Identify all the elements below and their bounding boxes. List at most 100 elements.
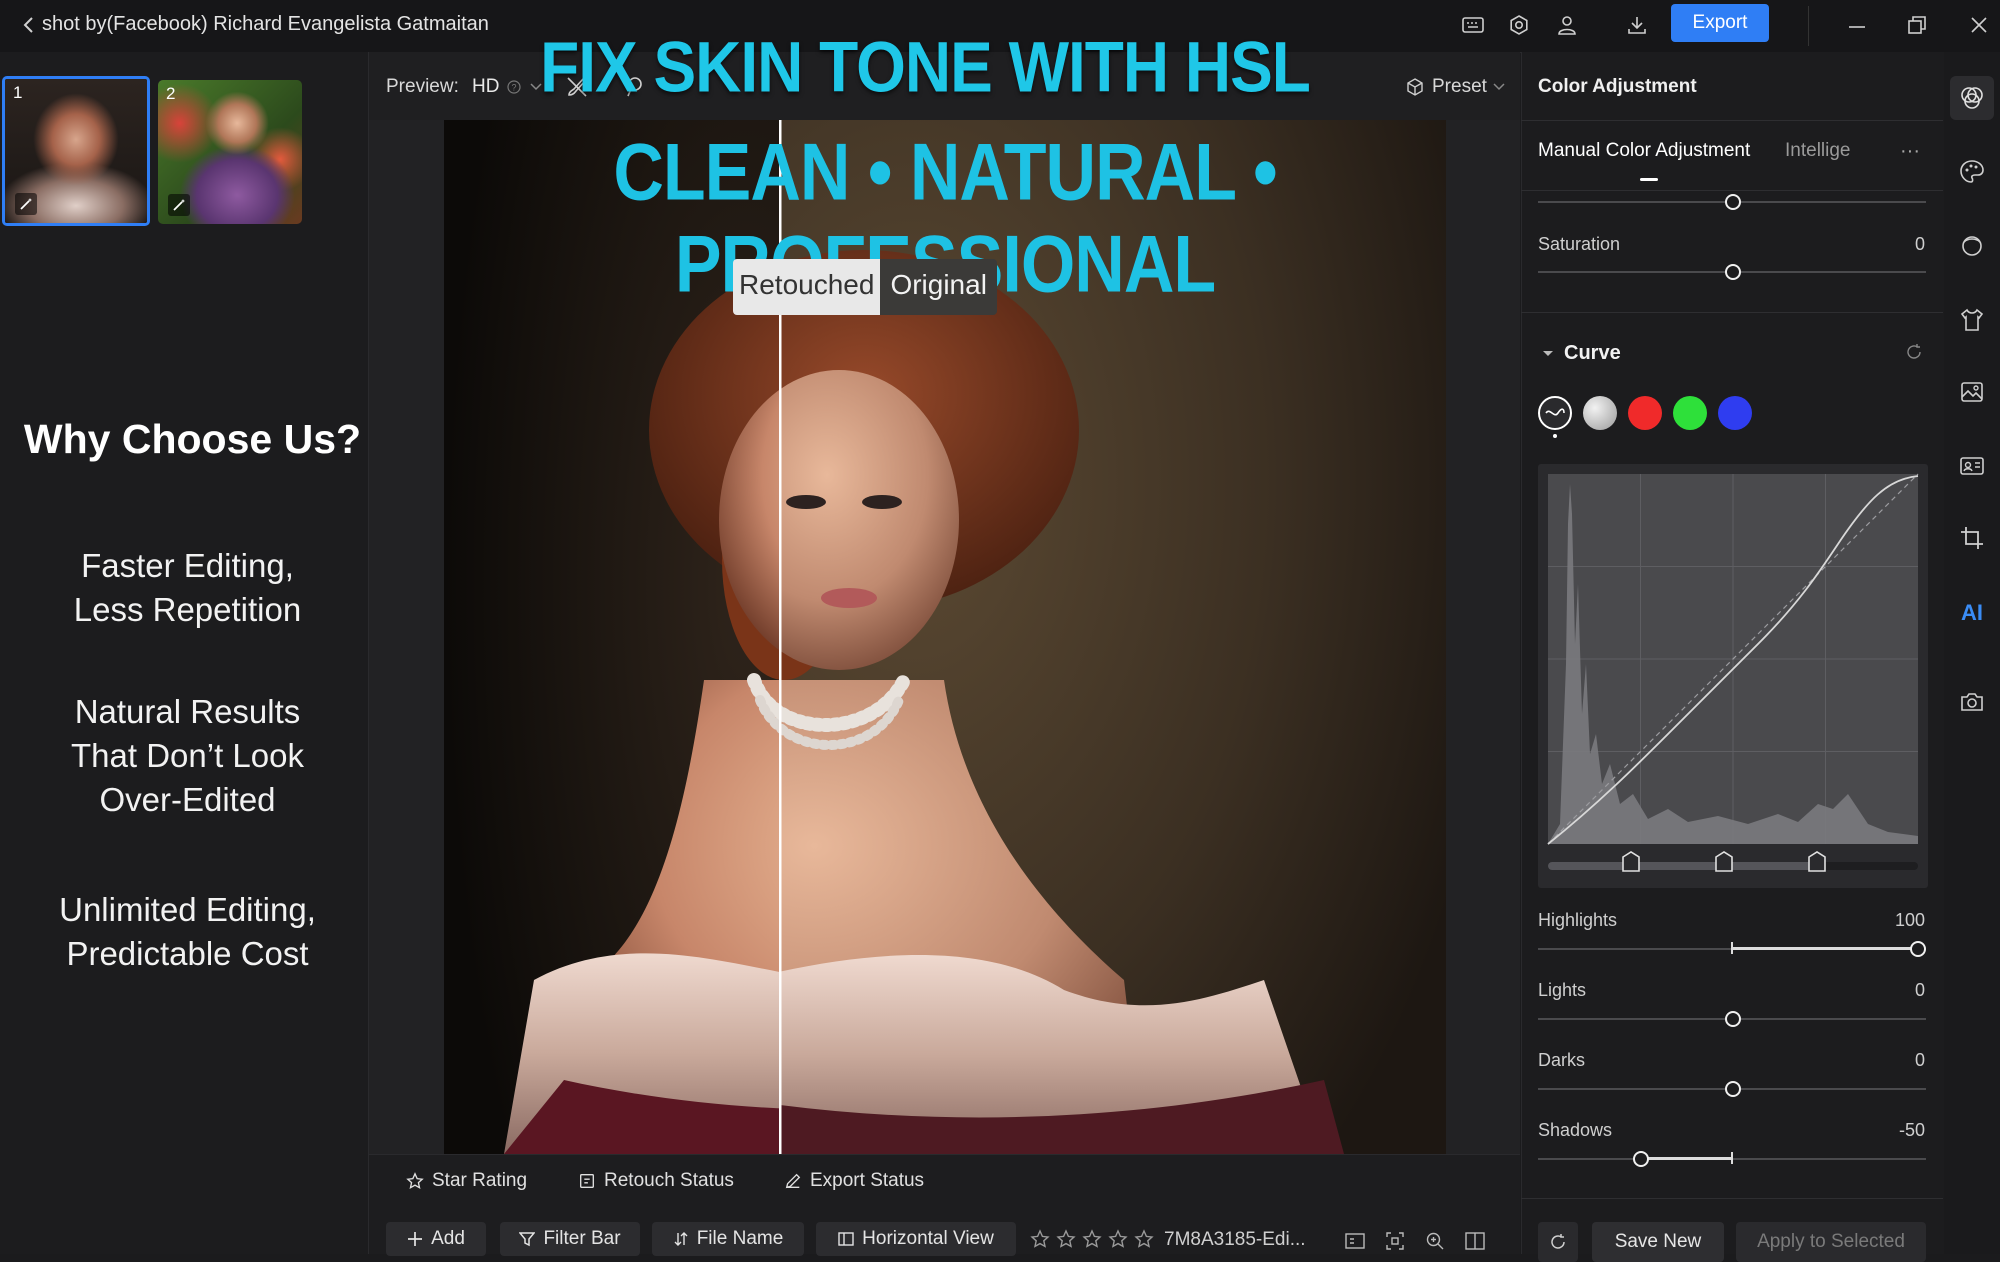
feature-line: Natural Results	[74, 693, 301, 730]
star-icon[interactable]	[1134, 1229, 1154, 1249]
feature-line: Faster Editing,	[81, 547, 294, 584]
reset-all-icon[interactable]	[1538, 1222, 1578, 1262]
camera-icon[interactable]	[1950, 680, 1994, 724]
star-icon[interactable]	[1056, 1229, 1076, 1249]
promo-headline: FIX SKIN TONE WITH HSL	[540, 26, 1311, 108]
horizontal-view-button[interactable]: Horizontal View	[816, 1222, 1016, 1256]
add-label: Add	[431, 1228, 465, 1249]
saturation-label: Saturation	[1538, 234, 1621, 254]
shadows-slider-thumb[interactable]	[1633, 1151, 1649, 1167]
status-bar	[369, 1154, 1520, 1211]
crop-icon[interactable]	[1950, 516, 1994, 560]
color-adjust-icon[interactable]	[1950, 76, 1994, 120]
star-icon[interactable]	[1030, 1229, 1050, 1249]
curve-channel-green[interactable]	[1673, 396, 1707, 430]
thumbnail-number: 2	[166, 84, 176, 103]
more-options-icon[interactable]: ···	[1900, 140, 1920, 163]
feature-line: Less Repetition	[73, 591, 302, 628]
highlights-slider-thumb[interactable]	[1910, 941, 1926, 957]
save-new-button[interactable]: Save New	[1592, 1222, 1724, 1262]
shadows-value: -50	[1898, 1120, 1925, 1140]
close-icon[interactable]	[1964, 10, 1994, 40]
feature-natural-results: Natural Results That Don’t Look Over-Edi…	[0, 690, 375, 822]
curve-channel-luminance[interactable]	[1583, 396, 1617, 430]
download-icon[interactable]	[1622, 10, 1652, 40]
export-status-filter[interactable]: Export Status	[784, 1170, 924, 1192]
slider-center-tick	[1731, 942, 1733, 954]
shadows-slider-fill	[1640, 1157, 1732, 1160]
curve-editor[interactable]	[1538, 464, 1928, 888]
active-channel-dot	[1553, 434, 1557, 438]
id-card-icon[interactable]	[1950, 444, 1994, 488]
feature-line: Unlimited Editing,	[59, 891, 316, 928]
feature-line: That Don’t Look	[71, 737, 304, 774]
tab-manual-color-adjustment[interactable]: Manual Color Adjustment	[1538, 140, 1750, 162]
star-icon[interactable]	[1108, 1229, 1128, 1249]
lights-label: Lights	[1538, 980, 1587, 1000]
feature-line: Over-Edited	[99, 781, 276, 818]
panel-title: Color Adjustment	[1538, 76, 1697, 97]
divider	[1521, 1198, 1943, 1199]
apply-to-selected-button[interactable]: Apply to Selected	[1736, 1222, 1926, 1262]
file-name-label: File Name	[696, 1228, 784, 1249]
darks-slider-thumb[interactable]	[1725, 1081, 1741, 1097]
layout-icon	[838, 1231, 854, 1247]
curve-channel-blue[interactable]	[1718, 396, 1752, 430]
retouch-status-label: Retouch Status	[604, 1170, 734, 1191]
user-icon[interactable]	[1552, 10, 1582, 40]
magic-wand-icon	[168, 194, 190, 216]
thumbnail-2[interactable]: 2	[158, 80, 302, 224]
palette-icon[interactable]	[1950, 150, 1994, 194]
highlights-label: Highlights	[1538, 910, 1618, 930]
filter-bar-button[interactable]: Filter Bar	[500, 1222, 640, 1256]
star-rating-widget[interactable]	[1030, 1229, 1154, 1249]
curve-graph	[1547, 473, 1919, 872]
chevron-down-icon[interactable]	[1490, 77, 1508, 97]
saturation-value: 0	[1914, 234, 1925, 254]
magic-wand-icon	[15, 193, 37, 215]
curve-wave-icon	[1545, 408, 1565, 416]
saturation-slider-thumb[interactable]	[1725, 264, 1741, 280]
add-button[interactable]: Add	[386, 1222, 486, 1256]
export-button[interactable]: Export	[1671, 4, 1769, 42]
clothing-icon[interactable]	[1950, 298, 1994, 342]
face-retouch-icon[interactable]	[1950, 224, 1994, 268]
minimize-icon[interactable]	[1842, 10, 1872, 40]
feature-unlimited-editing: Unlimited Editing, Predictable Cost	[0, 888, 375, 976]
compare-view-icon[interactable]	[1462, 1228, 1488, 1254]
curve-section-title: Curve	[1564, 342, 1621, 364]
settings-icon[interactable]	[1504, 10, 1534, 40]
highlights-value: 100	[1894, 910, 1925, 930]
ai-icon[interactable]: AI	[1950, 590, 1994, 634]
lights-slider-thumb[interactable]	[1725, 1011, 1741, 1027]
retouch-status-filter[interactable]: Retouch Status	[578, 1170, 734, 1192]
lights-value: 0	[1914, 980, 1925, 1000]
star-rating-filter[interactable]: Star Rating	[406, 1170, 527, 1192]
file-name-sort-button[interactable]: File Name	[652, 1222, 804, 1256]
divider	[1521, 190, 1943, 191]
background-icon[interactable]	[1950, 370, 1994, 414]
toolbar-divider	[1808, 6, 1809, 46]
restore-icon[interactable]	[1902, 10, 1932, 40]
filter-icon	[519, 1231, 536, 1247]
divider	[1521, 120, 1943, 121]
star-icon[interactable]	[1082, 1229, 1102, 1249]
slider-thumb[interactable]	[1725, 194, 1741, 210]
curve-channel-rgb[interactable]	[1538, 396, 1572, 430]
reset-icon[interactable]	[1902, 340, 1926, 364]
feature-faster-editing: Faster Editing, Less Repetition	[0, 544, 375, 632]
curve-channel-red[interactable]	[1628, 396, 1662, 430]
svg-text:AI: AI	[1961, 600, 1983, 625]
zoom-in-icon[interactable]	[1422, 1228, 1448, 1254]
filter-bar-label: Filter Bar	[543, 1228, 621, 1249]
compare-labels: Retouched Original	[733, 259, 997, 315]
tab-intelligent[interactable]: Intellige	[1785, 140, 1851, 162]
thumbnail-1[interactable]: 1	[2, 76, 150, 226]
fit-screen-icon[interactable]	[1382, 1228, 1408, 1254]
collapse-chevron-icon[interactable]	[1538, 344, 1558, 364]
back-chevron-icon[interactable]	[14, 10, 44, 40]
retouched-label: Retouched	[733, 259, 881, 315]
thumbnail-view-icon[interactable]	[1342, 1228, 1368, 1254]
plus-icon	[407, 1231, 423, 1247]
original-label: Original	[880, 259, 997, 315]
